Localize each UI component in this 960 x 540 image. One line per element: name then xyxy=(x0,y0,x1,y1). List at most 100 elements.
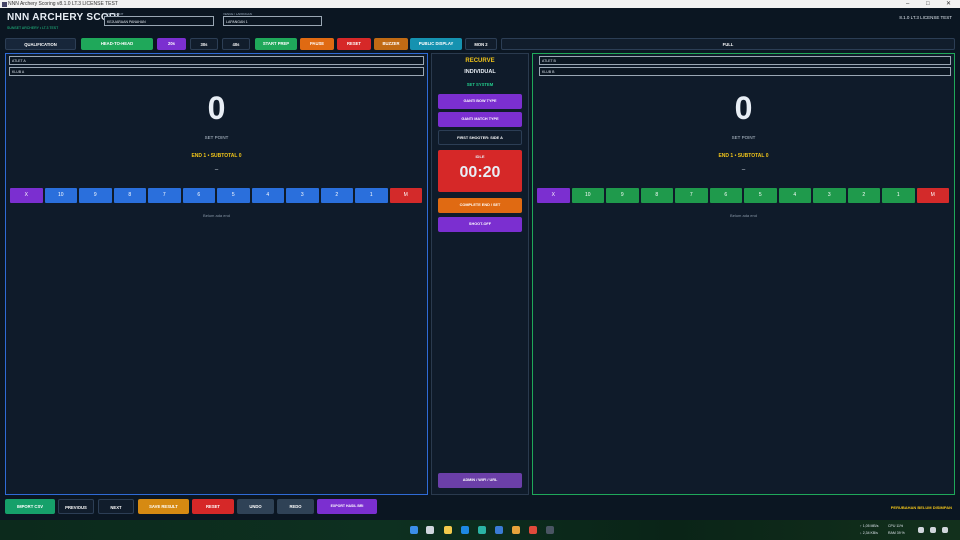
change-match-button[interactable]: GANTI MATCH TYPE xyxy=(438,112,522,127)
left-key-x[interactable]: X xyxy=(10,188,43,203)
right-key-1[interactable]: 1 xyxy=(882,188,915,203)
version-label: 8.1.0 LT.3 LICENSE TEST xyxy=(899,15,952,20)
buzzer-button[interactable]: BUZZER xyxy=(374,38,408,50)
previous-button[interactable]: PREVIOUS xyxy=(58,499,94,514)
reset-button[interactable]: RESET xyxy=(192,499,234,514)
right-key-5[interactable]: 5 xyxy=(744,188,777,203)
right-club-input[interactable]: KLUB B xyxy=(539,67,951,76)
right-key-7[interactable]: 7 xyxy=(675,188,708,203)
right-key-6[interactable]: 6 xyxy=(709,188,742,203)
right-key-2[interactable]: 2 xyxy=(847,188,880,203)
timer-state-label: IDLE xyxy=(475,154,485,159)
mail-icon[interactable] xyxy=(495,526,503,534)
head-to-head-button[interactable]: HEAD-TO-HEAD xyxy=(81,38,153,50)
timer-20s-button[interactable]: 20s xyxy=(157,38,186,50)
monitor-button[interactable]: MON 2 xyxy=(465,38,497,50)
event-input[interactable]: KEJUARAAN PANAHAN xyxy=(104,16,214,26)
change-bow-button[interactable]: GANTI BOW TYPE xyxy=(438,94,522,109)
start-prep-button[interactable]: START PREP xyxy=(255,38,297,50)
start-icon[interactable] xyxy=(410,526,418,534)
left-key-9[interactable]: 9 xyxy=(79,188,112,203)
right-score: 0 xyxy=(734,90,753,126)
left-athlete-input[interactable]: ATLET A xyxy=(9,56,424,65)
net-up-readout: ↑ 1,05 MB/s xyxy=(860,524,879,528)
maximize-icon[interactable]: □ xyxy=(926,0,930,8)
window-titlebar: NNN Archery Scoring v8.1.0 LT.3 LICENSE … xyxy=(0,0,960,8)
volume-icon[interactable] xyxy=(930,527,936,533)
admin-wifi-url-button[interactable]: ADMIN / WIFI / URL xyxy=(438,473,522,488)
chrome-icon[interactable] xyxy=(529,526,537,534)
right-athlete-input[interactable]: ATLET B xyxy=(539,56,951,65)
battery-icon[interactable] xyxy=(942,527,948,533)
save-result-button[interactable]: SAVE RESULT xyxy=(138,499,189,514)
left-key-10[interactable]: 10 xyxy=(44,188,77,203)
app-window: NNN ARCHERY SCORI SUNSET ARCHERY • LT.3 … xyxy=(0,8,960,520)
folder-icon[interactable] xyxy=(512,526,520,534)
right-key-8[interactable]: 8 xyxy=(640,188,673,203)
reset-timer-button[interactable]: RESET xyxy=(337,38,371,50)
timer-30s-button[interactable]: 30s xyxy=(190,38,218,50)
left-athlete-panel: ATLET A KLUB A 0 SET POINT END 1 • SUBTO… xyxy=(5,53,428,495)
first-shooter-button[interactable]: FIRST SHOOTER: SIDE A xyxy=(438,130,522,145)
timer-40s-button[interactable]: 40s xyxy=(222,38,250,50)
timer-display: IDLE 00:20 xyxy=(438,150,522,192)
minimize-icon[interactable]: – xyxy=(906,0,909,8)
fullscreen-button[interactable]: FULL xyxy=(501,38,955,50)
window-title: NNN Archery Scoring v8.1.0 LT.3 LICENSE … xyxy=(8,1,118,7)
event-field: NAMA EVENT KEJUARAAN PANAHAN xyxy=(104,12,214,26)
timer-value: 00:20 xyxy=(459,164,501,181)
unsaved-status: PERUBAHAN BELUM DISIMPAN xyxy=(890,505,952,510)
left-key-8[interactable]: 8 xyxy=(113,188,146,203)
match-mode-label: INDIVIDUAL xyxy=(464,69,496,75)
left-key-4[interactable]: 4 xyxy=(251,188,284,203)
right-key-3[interactable]: 3 xyxy=(813,188,846,203)
left-key-6[interactable]: 6 xyxy=(182,188,215,203)
venue-field: VENUE / LAPANGAN LAPANGAN 1 xyxy=(223,12,322,26)
right-set-point-label: SET POINT xyxy=(731,135,756,140)
import-csv-button[interactable]: IMPORT CSV xyxy=(5,499,55,514)
brand-subtitle: SUNSET ARCHERY • LT.3 TEST xyxy=(7,26,59,30)
complete-end-button[interactable]: COMPLETE END / SET xyxy=(438,198,522,213)
right-key-10[interactable]: 10 xyxy=(571,188,604,203)
next-button[interactable]: NEXT xyxy=(98,499,134,514)
right-arrows-dash: – xyxy=(741,167,746,173)
public-display-button[interactable]: PUBLIC DISPLAY xyxy=(410,38,462,50)
file-explorer-icon[interactable] xyxy=(444,526,452,534)
set-system-label: SET SYSTEM xyxy=(466,82,494,87)
left-key-5[interactable]: 5 xyxy=(217,188,250,203)
pause-button[interactable]: PAUSE xyxy=(300,38,334,50)
search-icon[interactable] xyxy=(426,526,434,534)
right-empty-ends: Belum ada end xyxy=(730,213,757,218)
edge-icon[interactable] xyxy=(478,526,486,534)
app-icon xyxy=(2,1,7,7)
venue-input[interactable]: LAPANGAN 1 xyxy=(223,16,322,26)
left-key-1[interactable]: 1 xyxy=(355,188,388,203)
app-taskbar-icon[interactable] xyxy=(546,526,554,534)
left-key-m[interactable]: M xyxy=(389,188,422,203)
left-set-point-label: SET POINT xyxy=(204,135,229,140)
right-key-m[interactable]: M xyxy=(916,188,949,203)
bow-type-label: RECURVE xyxy=(465,58,495,64)
left-score: 0 xyxy=(207,90,226,126)
redo-button[interactable]: REDO xyxy=(277,499,314,514)
left-score-keypad: X 10 9 8 7 6 5 4 3 2 1 M xyxy=(10,188,422,203)
cpu-readout: CPU 11% xyxy=(888,524,904,528)
left-club-input[interactable]: KLUB A xyxy=(9,67,424,76)
right-end-subtotal: END 1 • SUBTOTAL 0 xyxy=(718,153,769,159)
right-athlete-panel: ATLET B KLUB B 0 SET POINT END 1 • SUBTO… xyxy=(532,53,955,495)
left-end-subtotal: END 1 • SUBTOTAL 0 xyxy=(191,153,242,159)
undo-button[interactable]: UNDO xyxy=(237,499,274,514)
shoot-off-button[interactable]: SHOOT-OFF xyxy=(438,217,522,232)
left-key-3[interactable]: 3 xyxy=(286,188,319,203)
wifi-icon[interactable] xyxy=(918,527,924,533)
right-score-keypad: X 10 9 8 7 6 5 4 3 2 1 M xyxy=(537,188,949,203)
right-key-9[interactable]: 9 xyxy=(606,188,639,203)
export-button[interactable]: EXPORT HASIL BRI xyxy=(317,499,377,514)
store-icon[interactable] xyxy=(461,526,469,534)
close-icon[interactable]: ✕ xyxy=(946,0,951,8)
qualification-button[interactable]: QUALIFICATION xyxy=(5,38,76,50)
right-key-4[interactable]: 4 xyxy=(778,188,811,203)
left-key-7[interactable]: 7 xyxy=(148,188,181,203)
left-key-2[interactable]: 2 xyxy=(320,188,353,203)
right-key-x[interactable]: X xyxy=(537,188,570,203)
